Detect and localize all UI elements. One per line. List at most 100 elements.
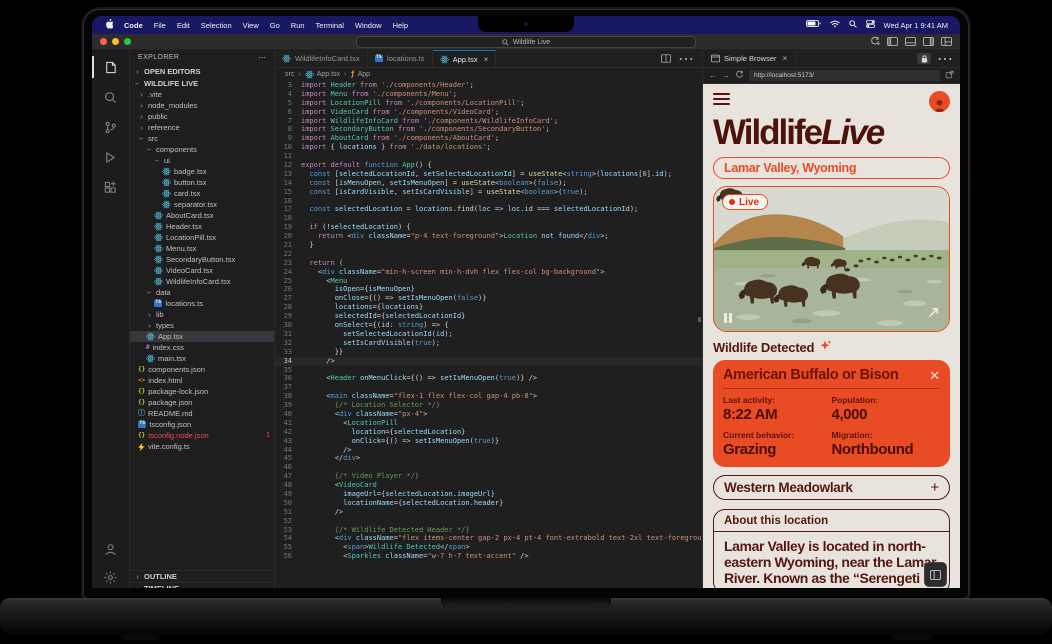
browser-forward-icon[interactable]: → (722, 71, 730, 80)
code-line-11[interactable]: 11 (275, 152, 702, 161)
code-line-43[interactable]: 43 onClick={() => setIsMenuOpen(true)} (275, 437, 702, 446)
code-line-35[interactable]: 35 (275, 366, 702, 375)
tree-item-button.tsx[interactable]: button.tsx (130, 177, 274, 188)
menubar-clock[interactable]: Wed Apr 1 9:41 AM (884, 21, 948, 30)
open-editors-section[interactable]: › OPEN EDITORS (130, 65, 274, 77)
code-line-28[interactable]: 28 locations={locations} (275, 303, 702, 312)
toggle-panel-icon[interactable] (905, 37, 916, 46)
code-line-33[interactable]: 33 }} (275, 348, 702, 357)
menu-run[interactable]: Run (291, 21, 305, 30)
tab-locations.ts[interactable]: TSlocations.ts (368, 50, 433, 67)
tree-item-types[interactable]: ›types (130, 320, 274, 331)
tab-WildlifeInfoCard.tsx[interactable]: WildlifeInfoCard.tsx (275, 50, 368, 67)
code-line-22[interactable]: 22 (275, 250, 702, 259)
tree-item-card.tsx[interactable]: card.tsx (130, 188, 274, 199)
url-input[interactable]: http://localhost:5173/ (749, 70, 940, 81)
explorer-actions-icon[interactable]: ⋯ (259, 54, 266, 62)
code-editor[interactable]: 3import Header from './components/Header… (275, 80, 702, 588)
customize-layout-icon[interactable] (941, 37, 952, 46)
code-line-3[interactable]: 3import Header from './components/Header… (275, 81, 702, 90)
code-line-54[interactable]: 54 <div className="flex items-center gap… (275, 534, 702, 543)
tree-item-node_modules[interactable]: ›node_modules (130, 100, 274, 111)
code-line-29[interactable]: 29 selectedId={selectedLocationId} (275, 312, 702, 321)
code-line-45[interactable]: 45 </div> (275, 454, 702, 463)
menu-file[interactable]: File (154, 21, 166, 30)
code-line-14[interactable]: 14 const [isMenuOpen, setIsMenuOpen] = u… (275, 179, 702, 188)
code-line-23[interactable]: 23 return ( (275, 259, 702, 268)
code-line-17[interactable]: 17 const selectedLocation = locations.fi… (275, 205, 702, 214)
menu-go[interactable]: Go (270, 21, 280, 30)
browser-reload-icon[interactable] (735, 70, 744, 81)
code-line-7[interactable]: 7import WildlifeInfoCard from './compone… (275, 117, 702, 126)
code-line-52[interactable]: 52 (275, 517, 702, 526)
tree-item-AboutCard.tsx[interactable]: AboutCard.tsx (130, 210, 274, 221)
code-line-8[interactable]: 8import SecondaryButton from './componen… (275, 125, 702, 134)
spotlight-search-icon[interactable] (849, 20, 857, 30)
source-control-icon[interactable] (92, 118, 130, 136)
scrollbar-thumb[interactable] (698, 317, 701, 322)
outline-section[interactable]: › OUTLINE (130, 570, 274, 582)
menu-selection[interactable]: Selection (201, 21, 232, 30)
code-line-18[interactable]: 18 (275, 214, 702, 223)
tree-item-package-lock.json[interactable]: {}package-lock.json (130, 386, 274, 397)
open-external-icon[interactable] (945, 70, 954, 81)
wifi-icon[interactable] (830, 20, 840, 30)
code-line-38[interactable]: 38 <main className="flex-1 flex flex-col… (275, 392, 702, 401)
tree-item-data[interactable]: ›data (130, 287, 274, 298)
tree-item-App.tsx[interactable]: App.tsx (130, 331, 274, 342)
tree-item-components[interactable]: ›components (130, 144, 274, 155)
code-line-20[interactable]: 20 return <div className="p-4 text-foreg… (275, 232, 702, 241)
close-window-button[interactable] (100, 38, 107, 45)
tree-item-badge.tsx[interactable]: badge.tsx (130, 166, 274, 177)
tree-item-src[interactable]: ›src (130, 133, 274, 144)
code-line-46[interactable]: 46 (275, 463, 702, 472)
code-line-9[interactable]: 9import AboutCard from './components/Abo… (275, 134, 702, 143)
code-line-42[interactable]: 42 location={selectedLocation} (275, 428, 702, 437)
accounts-icon[interactable] (92, 540, 130, 558)
control-center-icon[interactable] (866, 20, 875, 30)
menu-help[interactable]: Help (393, 21, 408, 30)
breadcrumb-App.tsx[interactable]: App.tsx (305, 70, 340, 79)
run-debug-icon[interactable] (92, 148, 130, 166)
tree-item-tsconfig.json[interactable]: TStsconfig.json (130, 419, 274, 430)
code-line-10[interactable]: 10import { locations } from './data/loca… (275, 143, 702, 152)
secondary-species-button[interactable]: Western Meadowlark + (713, 475, 950, 500)
tab-simple-browser[interactable]: Simple Browser × (703, 50, 796, 67)
code-line-27[interactable]: 27 onClose={() => setIsMenuOpen(false)} (275, 294, 702, 303)
code-line-6[interactable]: 6import VideoCard from './components/Vid… (275, 108, 702, 117)
apple-menu-icon[interactable] (104, 19, 113, 32)
code-line-13[interactable]: 13 const [selectedLocationId, setSelecte… (275, 170, 702, 179)
tree-item-VideoCard.tsx[interactable]: VideoCard.tsx (130, 265, 274, 276)
code-line-36[interactable]: 36 <Header onMenuClick={() => setIsMenuO… (275, 374, 702, 383)
battery-icon[interactable] (806, 20, 821, 30)
menu-edit[interactable]: Edit (177, 21, 190, 30)
code-line-26[interactable]: 26 isOpen={isMenuOpen} (275, 285, 702, 294)
tree-item-index.html[interactable]: <>index.html (130, 375, 274, 386)
tree-item-WildlifeInfoCard.tsx[interactable]: WildlifeInfoCard.tsx (130, 276, 274, 287)
breadcrumb[interactable]: src›App.tsx›ƒApp (275, 68, 702, 80)
project-root-section[interactable]: › WILDLIFE LIVE (130, 77, 274, 89)
tree-item-locations.ts[interactable]: TSlocations.ts (130, 298, 274, 309)
code-line-37[interactable]: 37 (275, 383, 702, 392)
code-line-55[interactable]: 55 <span>Wildlife Detected</span> (275, 543, 702, 552)
code-line-15[interactable]: 15 const [isCardVisible, setIsCardVisibl… (275, 188, 702, 197)
tree-item-vite.config.ts[interactable]: vite.config.ts (130, 441, 274, 452)
code-line-24[interactable]: 24 <div className="min-h-screen min-h-dv… (275, 268, 702, 277)
editor-more-actions-icon[interactable]: ⋯ (678, 49, 694, 69)
code-line-34[interactable]: 34 /> (275, 357, 702, 366)
browser-more-actions-icon[interactable]: ⋯ (937, 49, 953, 69)
tree-item-LocationPill.tsx[interactable]: LocationPill.tsx (130, 232, 274, 243)
expand-icon[interactable] (928, 305, 939, 323)
toggle-secondary-sidebar-icon[interactable] (923, 37, 934, 46)
tree-item-components.json[interactable]: {}components.json (130, 364, 274, 375)
floating-layout-button[interactable] (924, 562, 947, 587)
code-line-48[interactable]: 48 <VideoCard (275, 481, 702, 490)
menu-window[interactable]: Window (355, 21, 382, 30)
tree-item-README.md[interactable]: ⓘREADME.md (130, 408, 274, 419)
sync-refresh-icon[interactable] (870, 36, 880, 46)
location-pill-button[interactable]: Lamar Valley, Wyoming (713, 157, 950, 179)
code-line-5[interactable]: 5import LocationPill from './components/… (275, 99, 702, 108)
close-tab-icon[interactable]: × (484, 55, 489, 64)
tree-item-public[interactable]: ›public (130, 111, 274, 122)
tree-item-.vite[interactable]: ›.vite (130, 89, 274, 100)
